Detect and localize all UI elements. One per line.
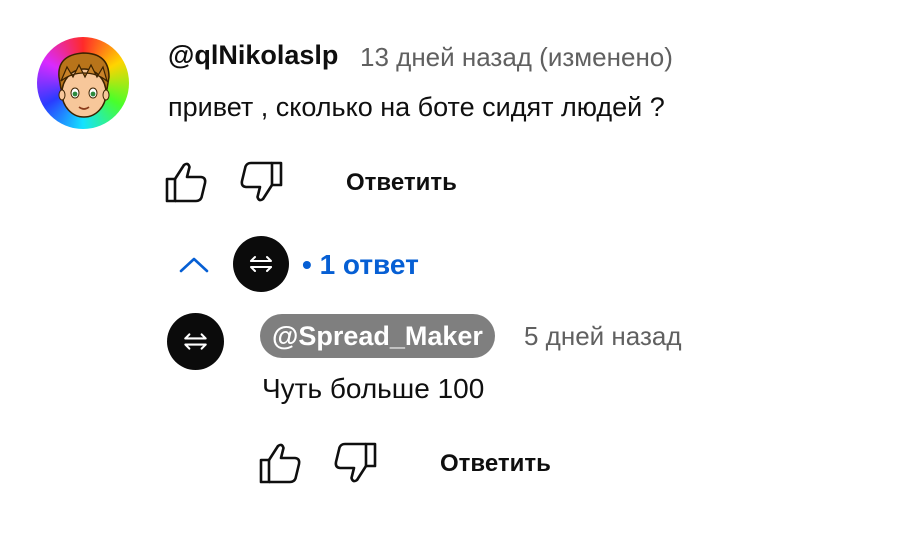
thumbs-down-icon: [240, 161, 283, 202]
like-button[interactable]: [164, 160, 208, 204]
reply-text: Чуть больше 100: [262, 373, 485, 404]
chevron-up-icon: [179, 257, 209, 273]
comment-text: привет , сколько на боте сидят людей ?: [168, 92, 665, 122]
swap-arrows-icon: [184, 333, 207, 350]
comment-author[interactable]: @qlNikolaslp: [168, 40, 338, 71]
reply-reply-button[interactable]: Ответить: [440, 450, 551, 478]
creator-heart-avatar: [233, 236, 289, 292]
comment-timestamp[interactable]: 13 дней назад (изменено): [360, 42, 673, 73]
thumbs-up-icon: [259, 443, 301, 484]
reply-like-button[interactable]: [258, 441, 302, 485]
swap-arrows-icon: [250, 256, 272, 272]
reply-timestamp[interactable]: 5 дней назад: [524, 321, 682, 352]
reply-button[interactable]: Ответить: [346, 169, 457, 197]
reply-author-avatar[interactable]: [167, 313, 224, 370]
replies-count-toggle[interactable]: • 1 ответ: [302, 249, 419, 281]
collapse-replies-button[interactable]: [178, 254, 210, 279]
dislike-button[interactable]: [238, 160, 284, 204]
reply-author-badge[interactable]: @Spread_Maker: [260, 314, 495, 358]
commenter-avatar[interactable]: [37, 37, 129, 129]
thumbs-down-icon: [334, 442, 377, 483]
thumbs-up-icon: [165, 162, 207, 203]
reply-dislike-button[interactable]: [332, 441, 378, 485]
cartoon-boy-icon: [58, 52, 110, 118]
